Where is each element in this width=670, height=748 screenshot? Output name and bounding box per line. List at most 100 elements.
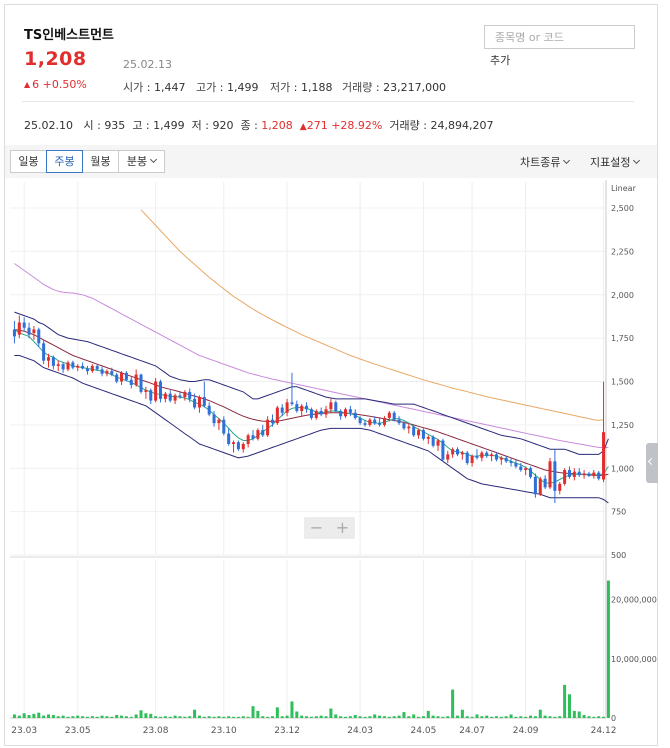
volume-bar: [441, 716, 445, 718]
volume-bar: [392, 716, 396, 718]
volume-bar: [558, 716, 562, 718]
volume-bar: [134, 714, 138, 718]
candle-body: [222, 419, 226, 434]
volume-bar: [100, 715, 104, 718]
zoom-control: − +: [304, 517, 355, 539]
volume-bar: [597, 716, 601, 718]
volume-bar: [485, 715, 489, 718]
moving-average-short-line: [14, 329, 609, 484]
volume-bar: [149, 713, 153, 718]
candle-body: [193, 398, 197, 408]
candle-body: [577, 471, 581, 476]
volume-bar: [455, 715, 460, 718]
volume-bar: [95, 716, 99, 718]
volume-bar: [51, 715, 55, 718]
candle-body: [314, 411, 318, 418]
volume-tick-label: 10,000,000: [611, 655, 657, 664]
volume-bar: [90, 716, 94, 718]
candle-body: [407, 426, 411, 429]
volume-bar: [378, 715, 382, 718]
candle-body: [236, 442, 240, 450]
volume-bar: [197, 715, 201, 718]
candle-body: [455, 449, 460, 455]
candle-body: [348, 409, 352, 413]
volume-bar: [490, 716, 494, 718]
volume-bar: [563, 684, 567, 718]
volume-bar: [387, 716, 391, 718]
candle-body: [27, 327, 31, 335]
volume-bar: [154, 716, 158, 718]
candle-body: [149, 390, 153, 401]
candle-body: [392, 412, 396, 420]
candle-body: [538, 478, 542, 495]
volume-bar: [47, 714, 51, 718]
candle-body: [558, 483, 562, 491]
volume-bar: [402, 712, 406, 718]
candle-body: [158, 381, 163, 399]
volume-bar: [353, 715, 357, 718]
volume-bar: [533, 716, 537, 718]
candle-body: [266, 419, 270, 436]
candle-body: [56, 364, 60, 366]
volume-bar: [275, 707, 279, 718]
candle-body: [436, 440, 440, 446]
zoom-in-button[interactable]: +: [330, 517, 355, 539]
bollinger-upper-line: [14, 311, 609, 455]
candle-body: [173, 395, 177, 401]
expand-panel-handle[interactable]: [646, 443, 658, 483]
volume-bar: [236, 716, 240, 718]
candle-body: [100, 369, 104, 374]
volume-bar: [519, 716, 523, 718]
y-tick-label: 2,250: [611, 247, 634, 256]
volume-tick-label: 0: [611, 714, 616, 723]
candle-body: [519, 466, 523, 470]
y-tick-label: 2,000: [611, 291, 634, 300]
candle-body: [397, 419, 401, 424]
volume-bar: [124, 716, 128, 718]
volume-bar: [329, 708, 333, 718]
candle-body: [363, 423, 367, 425]
volume-bar: [202, 716, 206, 718]
candle-body: [76, 365, 80, 368]
candle-body: [524, 468, 528, 470]
candle-body: [499, 457, 503, 460]
candle-body: [115, 374, 119, 382]
candle-body: [47, 357, 51, 361]
volume-bar: [382, 716, 386, 718]
x-tick-label: 23.05: [65, 726, 91, 736]
y-tick-label: 2,500: [611, 204, 634, 213]
candle-body: [529, 468, 533, 477]
x-tick-label: 24.09: [513, 726, 539, 736]
candle-body: [582, 473, 586, 476]
x-tick-label: 24.12: [591, 726, 617, 736]
candle-body: [533, 476, 537, 495]
zoom-out-button[interactable]: −: [304, 517, 329, 539]
volume-bar: [373, 714, 377, 718]
y-tick-label: 1,750: [611, 334, 634, 343]
volume-bar: [509, 714, 513, 718]
candle-body: [494, 454, 498, 460]
candle-body: [543, 478, 547, 488]
candle-body: [431, 437, 435, 446]
volume-bar: [22, 713, 26, 718]
candle-body: [212, 414, 216, 424]
volume-bar: [71, 716, 75, 718]
candle-body: [587, 473, 591, 477]
volume-bar: [524, 716, 528, 718]
candle-body: [480, 452, 484, 458]
volume-bar: [129, 716, 133, 718]
volume-bar: [37, 712, 41, 718]
volume-bar: [144, 713, 148, 718]
volume-bar: [217, 716, 221, 718]
volume-bar: [368, 716, 372, 718]
price-chart[interactable]: 23.03 23.05 23.08 23.10 23.12 24.03 24.05 24.07…: [0, 0, 670, 748]
x-tick-label: 24.05: [411, 726, 437, 736]
tab-weekly[interactable]: 주봉: [46, 150, 83, 173]
candle-body: [232, 442, 236, 444]
candle-body: [309, 409, 313, 418]
candle-body: [441, 440, 445, 460]
candle-body: [168, 393, 172, 401]
candle-body: [572, 471, 576, 477]
candle-body: [256, 430, 260, 439]
candle-body: [241, 443, 245, 450]
